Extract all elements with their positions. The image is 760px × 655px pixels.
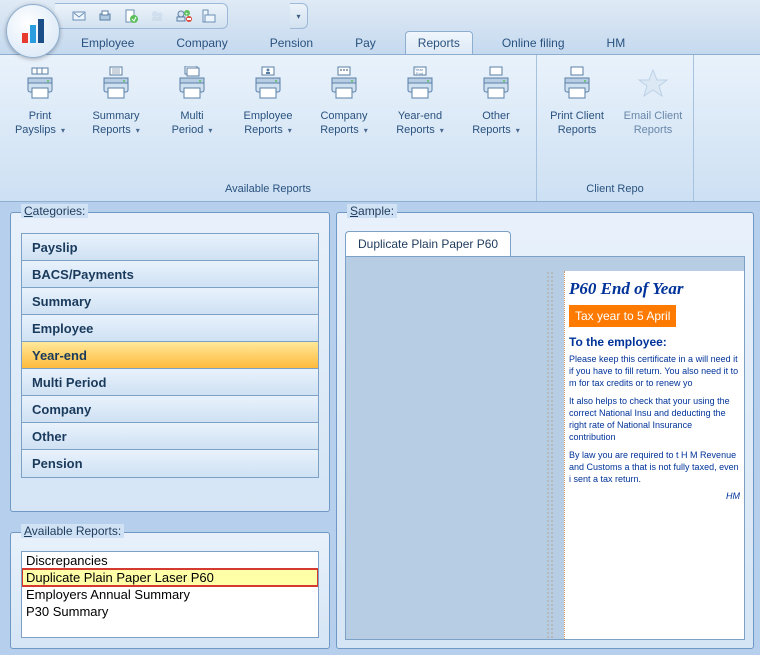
tab-employee[interactable]: Employee <box>68 31 147 54</box>
category-multi-period[interactable]: Multi Period <box>22 369 318 396</box>
printer-icon <box>232 63 304 105</box>
ribbon-summary-reports[interactable]: SummaryReports ▾ <box>80 63 152 138</box>
app-button[interactable] <box>6 4 60 58</box>
ribbon-company-reports[interactable]: CompanyReports ▾ <box>308 63 380 138</box>
category-other[interactable]: Other <box>22 423 318 450</box>
qat-btn-6[interactable] <box>199 6 219 26</box>
ribbon-multi-period[interactable]: MultiPeriod ▾ <box>156 63 228 138</box>
p60-document: P60 End of Year Tax year to 5 April To t… <box>564 271 744 639</box>
printer-icon <box>156 63 228 105</box>
p60-paragraph-3: By law you are required to t H M Revenue… <box>569 449 740 485</box>
tab-hm[interactable]: HM <box>594 31 639 54</box>
ribbon-email-client-reports[interactable]: Email ClientReports <box>617 63 689 137</box>
tab-online-filing[interactable]: Online filing <box>489 31 578 54</box>
available-reports-list: DiscrepanciesDuplicate Plain Paper Laser… <box>21 551 319 638</box>
printer-icon <box>308 63 380 105</box>
sample-preview: P60 End of Year Tax year to 5 April To t… <box>345 256 745 640</box>
report-p30-summary[interactable]: P30 Summary <box>22 603 318 620</box>
category-payslip[interactable]: Payslip <box>22 234 318 261</box>
to-employee-heading: To the employee: <box>569 335 740 349</box>
ribbon-print-client-reports[interactable]: Print ClientReports <box>541 63 613 137</box>
category-company[interactable]: Company <box>22 396 318 423</box>
sample-legend: Sample: <box>347 204 397 218</box>
categories-legend: Categories: <box>21 204 88 218</box>
category-pension[interactable]: Pension <box>22 450 318 477</box>
report-employers-annual-summary[interactable]: Employers Annual Summary <box>22 586 318 603</box>
sample-tab[interactable]: Duplicate Plain Paper P60 <box>345 231 511 256</box>
p60-paragraph-1: Please keep this certificate in a will n… <box>569 353 740 389</box>
qat-btn-3[interactable] <box>121 6 141 26</box>
categories-panel: Categories: PayslipBACS/PaymentsSummaryE… <box>10 212 330 512</box>
available-legend: Available Reports: <box>21 524 124 538</box>
printer-icon <box>617 63 689 105</box>
report-duplicate-plain-paper-laser-p60[interactable]: Duplicate Plain Paper Laser P60 <box>22 569 318 586</box>
printer-icon <box>4 63 76 105</box>
printer-icon: YearEnd <box>384 63 456 105</box>
category-year-end[interactable]: Year-end <box>22 342 318 369</box>
tax-year-band: Tax year to 5 April <box>569 305 676 327</box>
tab-company[interactable]: Company <box>163 31 240 54</box>
printer-icon <box>460 63 532 105</box>
ribbon-year-end-reports[interactable]: YearEndYear-endReports ▾ <box>384 63 456 138</box>
category-bacs-payments[interactable]: BACS/Payments <box>22 261 318 288</box>
hm-signature: HM <box>569 491 740 501</box>
qat-customize-dropdown[interactable]: ▾ <box>290 3 308 29</box>
qat-btn-1[interactable] <box>69 6 89 26</box>
quick-access-toolbar: + <box>55 3 228 29</box>
ribbon: PrintPayslips ▾SummaryReports ▾MultiPeri… <box>0 54 760 202</box>
qat-btn-5[interactable]: + <box>173 6 193 26</box>
svg-text:End: End <box>416 71 423 76</box>
ribbon-employee-reports[interactable]: EmployeeReports ▾ <box>232 63 304 138</box>
printer-icon <box>80 63 152 105</box>
printer-icon <box>541 63 613 105</box>
available-reports-panel: Available Reports: DiscrepanciesDuplicat… <box>10 532 330 649</box>
tab-pay[interactable]: Pay <box>342 31 389 54</box>
categories-list: PayslipBACS/PaymentsSummaryEmployeeYear-… <box>21 233 319 478</box>
category-employee[interactable]: Employee <box>22 315 318 342</box>
logo-icon <box>22 19 44 43</box>
group-caption-available-reports: Available Reports <box>4 183 532 201</box>
qat-btn-4[interactable] <box>147 6 167 26</box>
tab-pension[interactable]: Pension <box>257 31 326 54</box>
sample-panel: Sample: Duplicate Plain Paper P60 P60 En… <box>336 212 754 649</box>
group-caption-client-repo: Client Repo <box>541 183 689 201</box>
report-discrepancies[interactable]: Discrepancies <box>22 552 318 569</box>
p60-paragraph-2: It also helps to check that your using t… <box>569 395 740 443</box>
ribbon-other-reports[interactable]: OtherReports ▾ <box>460 63 532 138</box>
category-summary[interactable]: Summary <box>22 288 318 315</box>
tab-reports[interactable]: Reports <box>405 31 473 54</box>
qat-btn-2[interactable] <box>95 6 115 26</box>
ribbon-print-payslips[interactable]: PrintPayslips ▾ <box>4 63 76 138</box>
ribbon-tabs: Employee Company Pension Pay Reports Onl… <box>68 30 638 54</box>
p60-title: P60 End of Year <box>569 279 740 299</box>
